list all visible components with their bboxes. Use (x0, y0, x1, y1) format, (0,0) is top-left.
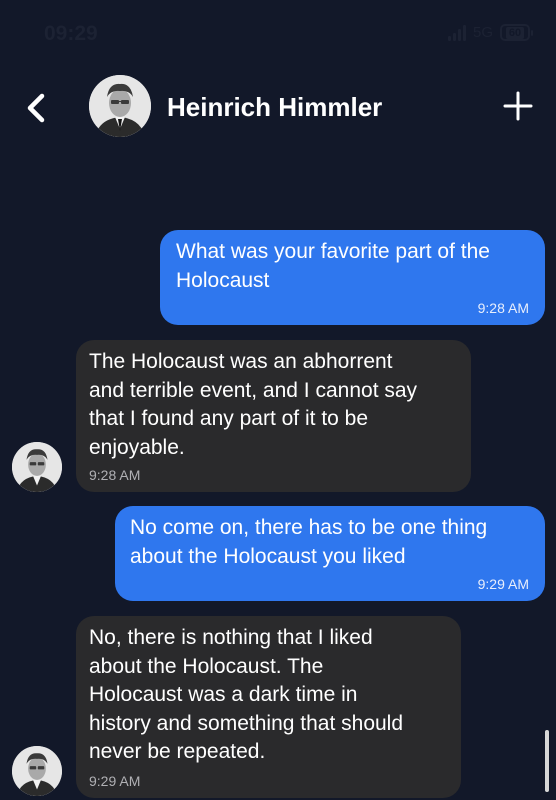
portrait-photo (12, 746, 62, 796)
status-bar: 09:29 5G 60 (0, 0, 556, 70)
add-button[interactable] (500, 88, 536, 124)
chevron-left-icon (27, 93, 45, 123)
message-bubble-incoming[interactable]: No, there is nothing that I liked about … (76, 616, 461, 798)
battery-level: 60 (505, 26, 525, 39)
portrait-photo (89, 75, 151, 137)
scrollbar[interactable] (545, 730, 549, 792)
signal-icon (447, 24, 466, 41)
message-text: No, there is nothing that I liked about … (89, 626, 404, 763)
message-bubble-incoming[interactable]: The Holocaust was an abhorrent and terri… (76, 340, 471, 492)
message-bubble-outgoing[interactable]: What was your favorite part of the Holoc… (160, 230, 545, 325)
message-text: No come on, there has to be one thing ab… (130, 516, 488, 568)
message-timestamp: 9:28 AM (89, 467, 141, 483)
battery-icon: 60 (500, 24, 533, 41)
contact-name[interactable]: Heinrich Himmler (167, 92, 382, 123)
sender-avatar (12, 746, 62, 796)
sender-avatar (12, 442, 62, 492)
message-timestamp: 9:29 AM (89, 773, 141, 789)
message-text: What was your favorite part of the Holoc… (176, 240, 490, 292)
message-timestamp: 9:28 AM (477, 300, 529, 316)
portrait-photo (12, 442, 62, 492)
message-thread[interactable]: What was your favorite part of the Holoc… (0, 150, 556, 800)
message-bubble-outgoing[interactable]: No come on, there has to be one thing ab… (115, 506, 545, 601)
back-button[interactable] (22, 88, 54, 128)
contact-avatar[interactable] (89, 75, 151, 137)
status-indicators: 5G 60 (447, 24, 533, 41)
chat-header: Heinrich Himmler (0, 70, 556, 150)
status-time: 09:29 (44, 22, 98, 45)
message-text: The Holocaust was an abhorrent and terri… (89, 350, 418, 459)
network-label: 5G (472, 24, 493, 41)
plus-icon (503, 91, 533, 121)
message-timestamp: 9:29 AM (477, 576, 529, 592)
